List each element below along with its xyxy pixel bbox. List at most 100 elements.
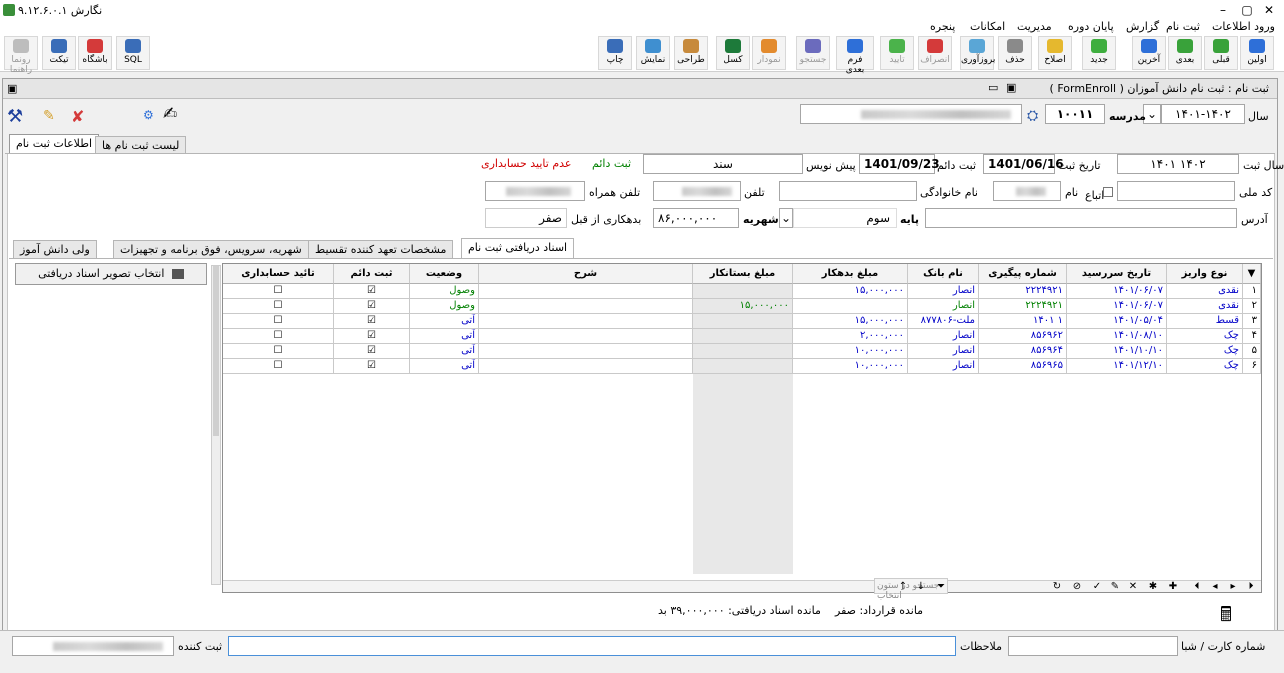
menu-end-term[interactable]: پایان دوره bbox=[1068, 20, 1114, 33]
grade-dropdown-button[interactable]: ⌄ bbox=[779, 208, 793, 228]
nav-insert-icon[interactable]: ✱ bbox=[1146, 581, 1160, 592]
design-button[interactable]: طراحی bbox=[674, 36, 708, 70]
minimize-button[interactable]: – bbox=[1212, 2, 1234, 18]
phone-field[interactable] bbox=[653, 181, 741, 201]
chart-button[interactable]: نمودار bbox=[752, 36, 786, 70]
form-close-button[interactable]: ▣ bbox=[1006, 81, 1016, 94]
prev-button[interactable]: قبلی bbox=[1204, 36, 1238, 70]
calculator-icon[interactable]: 🖩 bbox=[1220, 600, 1232, 634]
help-button[interactable]: رونما راهنما bbox=[4, 36, 38, 75]
cell-acct[interactable]: ☐ bbox=[223, 344, 334, 359]
maximize-button[interactable]: ▢ bbox=[1236, 2, 1258, 18]
ticket-button[interactable]: تیکت bbox=[42, 36, 76, 70]
cell-perm[interactable]: ☑ bbox=[334, 314, 410, 329]
menu-management[interactable]: مدیریت bbox=[1017, 20, 1052, 33]
col-header-accounting[interactable]: تائید حسابداری bbox=[223, 264, 334, 284]
nav-prev-icon[interactable]: ▸ bbox=[1226, 581, 1240, 592]
tab-tuition-services[interactable]: شهریه، سرویس، فوق برنامه و تجهیزات bbox=[113, 240, 309, 258]
name-field[interactable] bbox=[993, 181, 1061, 201]
col-header-type[interactable]: نوع واریز bbox=[1167, 264, 1243, 284]
col-header-credit[interactable]: مبلغ بستانکار bbox=[693, 264, 793, 284]
menu-report[interactable]: گزارش bbox=[1126, 20, 1159, 33]
tab-received-docs[interactable]: اسناد دریافتی ثبت نام bbox=[461, 238, 575, 258]
first-button[interactable]: اولین bbox=[1240, 36, 1274, 70]
nav-cancel-icon[interactable]: ⊘ bbox=[1070, 581, 1084, 592]
enroll-date-field[interactable]: 1401/06/16 bbox=[983, 154, 1064, 174]
col-header-status[interactable]: وضعیت bbox=[410, 264, 479, 284]
check-list-icon[interactable]: ✍ bbox=[163, 104, 177, 124]
tab-enroll-info[interactable]: اطلاعات ثبت نام bbox=[9, 134, 100, 154]
school-name-field[interactable] bbox=[800, 104, 1022, 124]
national-code-field[interactable] bbox=[1117, 181, 1235, 201]
menu-window[interactable]: پنجره bbox=[930, 20, 955, 33]
form-minimize-button[interactable]: ▭ bbox=[988, 81, 998, 94]
notes-field[interactable] bbox=[228, 636, 956, 656]
family-field[interactable] bbox=[779, 181, 917, 201]
col-header-debit[interactable]: مبلغ بدهکار bbox=[793, 264, 908, 284]
menu-data-entry[interactable]: ورود اطلاعات bbox=[1212, 20, 1275, 33]
cell-acct[interactable]: ☐ bbox=[223, 299, 334, 314]
address-field[interactable] bbox=[925, 208, 1237, 228]
year-select[interactable]: ۱۴۰۱-۱۴۰۲ bbox=[1161, 104, 1245, 124]
shop-button[interactable]: باشگاه bbox=[78, 36, 112, 70]
select-image-button[interactable]: انتخاب تصویر اسناد دریافتی bbox=[15, 263, 207, 285]
cell-perm[interactable]: ☑ bbox=[334, 299, 410, 314]
tab-installment-guarantor[interactable]: مشخصات تعهد کننده تقسیط bbox=[308, 240, 454, 258]
cell-acct[interactable]: ☐ bbox=[223, 329, 334, 344]
last-button[interactable]: آخرین bbox=[1132, 36, 1166, 70]
nav-refresh-icon[interactable]: ↻ bbox=[1050, 581, 1064, 592]
doc-field[interactable]: سند bbox=[643, 154, 803, 174]
cell-acct[interactable]: ☐ bbox=[223, 284, 334, 299]
delete-button[interactable]: حذف bbox=[998, 36, 1032, 70]
user-edit-icon[interactable]: ✎ bbox=[43, 108, 55, 124]
registrar-field[interactable] bbox=[12, 636, 174, 656]
next-button[interactable]: بعدی bbox=[1168, 36, 1202, 70]
enroll-year-field[interactable]: ۱۴۰۱ ۱۴۰۲ bbox=[1117, 154, 1239, 174]
col-header-due[interactable]: تاریخ سررسید bbox=[1067, 264, 1167, 284]
grade-field[interactable]: سوم bbox=[793, 208, 897, 228]
nav-first-icon[interactable]: ⏵ bbox=[1244, 581, 1258, 592]
permanent-date-field[interactable]: 1401/09/23 bbox=[859, 154, 940, 174]
tab-enroll-list[interactable]: لیست ثبت نام ها bbox=[95, 136, 187, 154]
tab-student-parent[interactable]: ولی دانش آموز bbox=[13, 240, 97, 258]
print-button[interactable]: چاپ bbox=[598, 36, 632, 70]
menu-enroll[interactable]: ثبت نام bbox=[1166, 20, 1200, 33]
binoculars-icon[interactable]: ⛭ bbox=[1027, 108, 1038, 124]
refresh-button[interactable]: بروزآوری bbox=[960, 36, 995, 70]
nav-post-icon[interactable]: ✓ bbox=[1090, 581, 1104, 592]
nav-filter-icon[interactable]: ⏷ bbox=[934, 581, 948, 592]
excel-button[interactable]: کسل bbox=[716, 36, 750, 70]
card-field[interactable] bbox=[1008, 636, 1178, 656]
user-remove-icon[interactable]: ✘ bbox=[71, 107, 84, 126]
cell-acct[interactable]: ☐ bbox=[223, 314, 334, 329]
next-form-button[interactable]: فرم بعدی bbox=[836, 36, 874, 75]
settings-icon[interactable]: ⚙ bbox=[143, 108, 154, 122]
confirm-button[interactable]: تایید bbox=[880, 36, 914, 70]
col-header-permanent[interactable]: ثبت دائم bbox=[334, 264, 410, 284]
menu-tools[interactable]: امکانات bbox=[970, 20, 1005, 33]
nationality-checkbox[interactable] bbox=[1103, 187, 1113, 197]
close-button[interactable]: ✕ bbox=[1258, 2, 1280, 18]
debt-field[interactable]: صفر bbox=[485, 208, 567, 228]
cell-acct[interactable]: ☐ bbox=[223, 359, 334, 374]
cancel-button[interactable]: انصراف bbox=[918, 36, 952, 70]
nav-sort-down-icon[interactable]: ↓ bbox=[914, 581, 928, 592]
nav-next-icon[interactable]: ◂ bbox=[1208, 581, 1222, 592]
tuition-field[interactable]: ۸۶,۰۰۰,۰۰۰ bbox=[653, 208, 739, 228]
col-header-desc[interactable]: شرح bbox=[479, 264, 693, 284]
nav-edit-icon[interactable]: ✎ bbox=[1108, 581, 1122, 592]
preview-button[interactable]: نمایش bbox=[636, 36, 670, 70]
nav-last-icon[interactable]: ⏴ bbox=[1190, 581, 1204, 592]
sql-button[interactable]: SQL bbox=[116, 36, 150, 70]
tools-icon[interactable]: ⚒ bbox=[7, 106, 23, 127]
school-code-field[interactable]: ۱۰۰۱۱ bbox=[1045, 104, 1105, 124]
cell-perm[interactable]: ☑ bbox=[334, 329, 410, 344]
mobile-field[interactable] bbox=[485, 181, 585, 201]
search-button[interactable]: جستجو bbox=[796, 36, 830, 70]
scrollbar-thumb[interactable] bbox=[213, 266, 219, 436]
grid-horizontal-scrollbar[interactable] bbox=[223, 580, 1261, 592]
edit-button[interactable]: اصلاح bbox=[1038, 36, 1072, 70]
cell-perm[interactable]: ☑ bbox=[334, 344, 410, 359]
nav-add-icon[interactable]: ✚ bbox=[1166, 581, 1180, 592]
cell-perm[interactable]: ☑ bbox=[334, 359, 410, 374]
